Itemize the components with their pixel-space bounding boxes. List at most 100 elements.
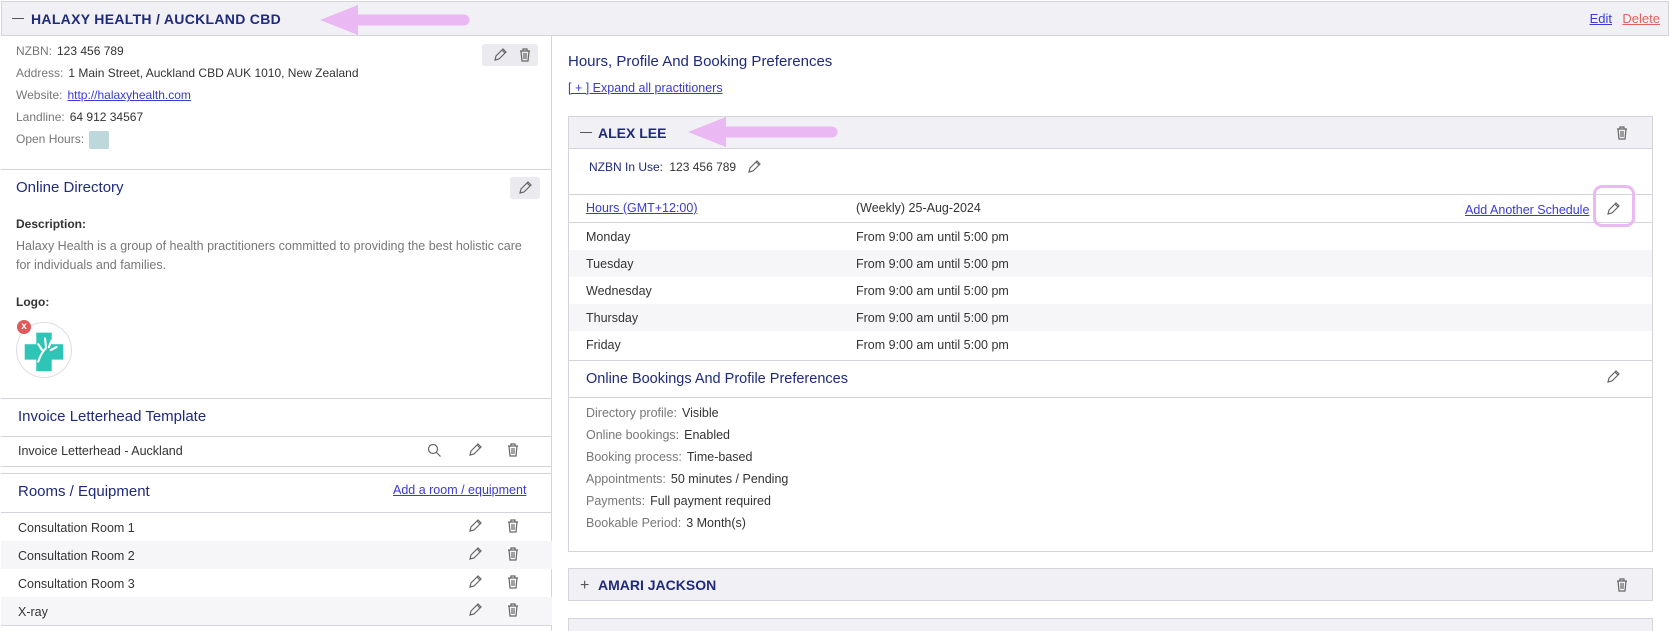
online-directory-title: Online Directory <box>16 179 124 196</box>
divider <box>1 466 552 467</box>
nzbn-value: 123 456 789 <box>57 44 124 58</box>
room-name: X-ray <box>18 605 48 619</box>
divider <box>1 473 552 474</box>
nzbn-in-use-label: NZBN In Use: <box>589 160 664 174</box>
pencil-icon[interactable] <box>492 47 508 63</box>
pencil-icon[interactable] <box>746 159 762 175</box>
delete-link[interactable]: Delete <box>1622 11 1660 26</box>
trash-icon[interactable] <box>505 518 521 534</box>
divider <box>1 625 552 626</box>
practitioner-name: ALEX LEE <box>598 125 667 141</box>
schedule-row: Friday From 9:00 am until 5:00 pm <box>569 331 1652 358</box>
schedule-row: Wednesday From 9:00 am until 5:00 pm <box>569 277 1652 304</box>
preferences-title: Online Bookings And Profile Preferences <box>586 371 848 387</box>
day-hours: From 9:00 am until 5:00 pm <box>856 284 1009 298</box>
preference-label: Appointments: <box>586 472 666 486</box>
day-name: Wednesday <box>586 284 652 298</box>
expand-all-link[interactable]: [ + ] Expand all practitioners <box>568 81 723 95</box>
room-row: Consultation Room 1 <box>1 513 552 541</box>
letterhead-title: Invoice Letterhead Template <box>18 408 207 425</box>
hours-timezone-link[interactable]: Hours (GMT+12:00) <box>586 201 698 215</box>
pencil-icon[interactable] <box>1605 369 1621 385</box>
pencil-icon[interactable] <box>467 546 483 562</box>
collapse-minus-icon[interactable] <box>12 18 24 19</box>
preference-row: Appointments: 50 minutes / Pending <box>586 472 788 486</box>
day-hours: From 9:00 am until 5:00 pm <box>856 311 1009 325</box>
practitioner-nzbn-row: NZBN In Use: 123 456 789 <box>589 160 736 174</box>
pencil-icon[interactable] <box>467 442 483 458</box>
trash-icon[interactable] <box>505 602 521 618</box>
pencil-icon[interactable] <box>467 602 483 618</box>
trash-icon[interactable] <box>1614 577 1630 593</box>
schedule-row: Thursday From 9:00 am until 5:00 pm <box>569 304 1652 331</box>
preference-row: Directory profile: Visible <box>586 406 719 420</box>
logo-label: Logo: <box>16 295 50 309</box>
trash-icon[interactable] <box>505 574 521 590</box>
preference-row: Booking process: Time-based <box>586 450 752 464</box>
practitioner-card-partial[interactable] <box>568 618 1653 631</box>
landline-value: 64 912 34567 <box>69 110 144 124</box>
preference-value: 50 minutes / Pending <box>670 472 789 486</box>
landline-row: Landline: 64 912 34567 <box>16 110 143 124</box>
preference-row: Payments: Full payment required <box>586 494 771 508</box>
preference-label: Directory profile: <box>586 406 677 420</box>
trash-icon[interactable] <box>505 442 521 458</box>
pencil-icon[interactable] <box>467 518 483 534</box>
arrow-annotation <box>320 5 470 35</box>
open-hours-swatch[interactable] <box>89 131 110 149</box>
day-name: Thursday <box>586 311 639 325</box>
day-hours: From 9:00 am until 5:00 pm <box>856 257 1009 271</box>
add-schedule-link[interactable]: Add Another Schedule <box>1465 203 1589 217</box>
trash-icon[interactable] <box>505 546 521 562</box>
collapse-minus-icon[interactable] <box>580 132 592 133</box>
schedule-row: Tuesday From 9:00 am until 5:00 pm <box>569 250 1652 277</box>
pencil-icon[interactable] <box>517 180 533 196</box>
letterhead-row: Invoice Letterhead - Auckland <box>1 436 552 464</box>
directory-edit-button[interactable] <box>510 177 540 199</box>
preference-label: Booking process: <box>586 450 682 464</box>
preference-value: Visible <box>682 406 719 420</box>
nzbn-label: NZBN: <box>16 44 52 58</box>
preference-label: Payments: <box>586 494 646 508</box>
address-label: Address: <box>16 66 64 80</box>
arrow-annotation <box>688 117 838 147</box>
preference-row: Bookable Period: 3 Month(s) <box>586 516 746 530</box>
preference-value: Full payment required <box>650 494 771 508</box>
description-text: Halaxy Health is a group of health pract… <box>16 239 522 272</box>
preference-row: Online bookings: Enabled <box>586 428 730 442</box>
preference-label: Bookable Period: <box>586 516 682 530</box>
schedule-row: Monday From 9:00 am until 5:00 pm <box>569 223 1652 250</box>
expand-plus-icon[interactable]: + <box>580 577 589 595</box>
practitioner-name: AMARI JACKSON <box>598 577 717 593</box>
divider <box>1 169 552 170</box>
divider <box>1 398 552 399</box>
address-value: 1 Main Street, Auckland CBD AUK 1010, Ne… <box>68 66 359 80</box>
practitioner-card-collapsed[interactable]: + AMARI JACKSON <box>568 568 1653 601</box>
preferences-header: Online Bookings And Profile Preferences <box>569 360 1652 398</box>
preference-value: Time-based <box>686 450 753 464</box>
location-title: HALAXY HEALTH / AUCKLAND CBD <box>31 11 282 27</box>
room-row: X-ray <box>1 597 552 625</box>
website-link[interactable]: http://halaxyhealth.com <box>67 88 190 102</box>
landline-label: Landline: <box>16 110 65 124</box>
website-label: Website: <box>16 88 63 102</box>
room-name: Consultation Room 1 <box>18 521 135 535</box>
trash-icon[interactable] <box>517 47 533 63</box>
website-row: Website: http://halaxyhealth.com <box>16 88 191 102</box>
preference-value: Enabled <box>684 428 730 442</box>
preference-label: Online bookings: <box>586 428 680 442</box>
pencil-icon[interactable] <box>467 574 483 590</box>
trash-icon[interactable] <box>1614 125 1630 141</box>
remove-logo-close-icon[interactable]: x <box>17 320 31 334</box>
add-room-link[interactable]: Add a room / equipment <box>393 483 526 497</box>
practitioner-card: ALEX LEE NZBN In Use: 123 456 789 Hours … <box>568 116 1653 552</box>
nzbn-row: NZBN: 123 456 789 <box>16 44 124 58</box>
room-row: Consultation Room 3 <box>1 569 552 597</box>
edit-link[interactable]: Edit <box>1590 11 1612 26</box>
address-row: Address: 1 Main Street, Auckland CBD AUK … <box>16 66 359 80</box>
schedule-period: (Weekly) 25-Aug-2024 <box>856 201 981 215</box>
day-hours: From 9:00 am until 5:00 pm <box>856 338 1009 352</box>
description-label: Description: <box>16 217 87 231</box>
search-icon[interactable] <box>426 442 442 458</box>
day-name: Tuesday <box>586 257 634 271</box>
